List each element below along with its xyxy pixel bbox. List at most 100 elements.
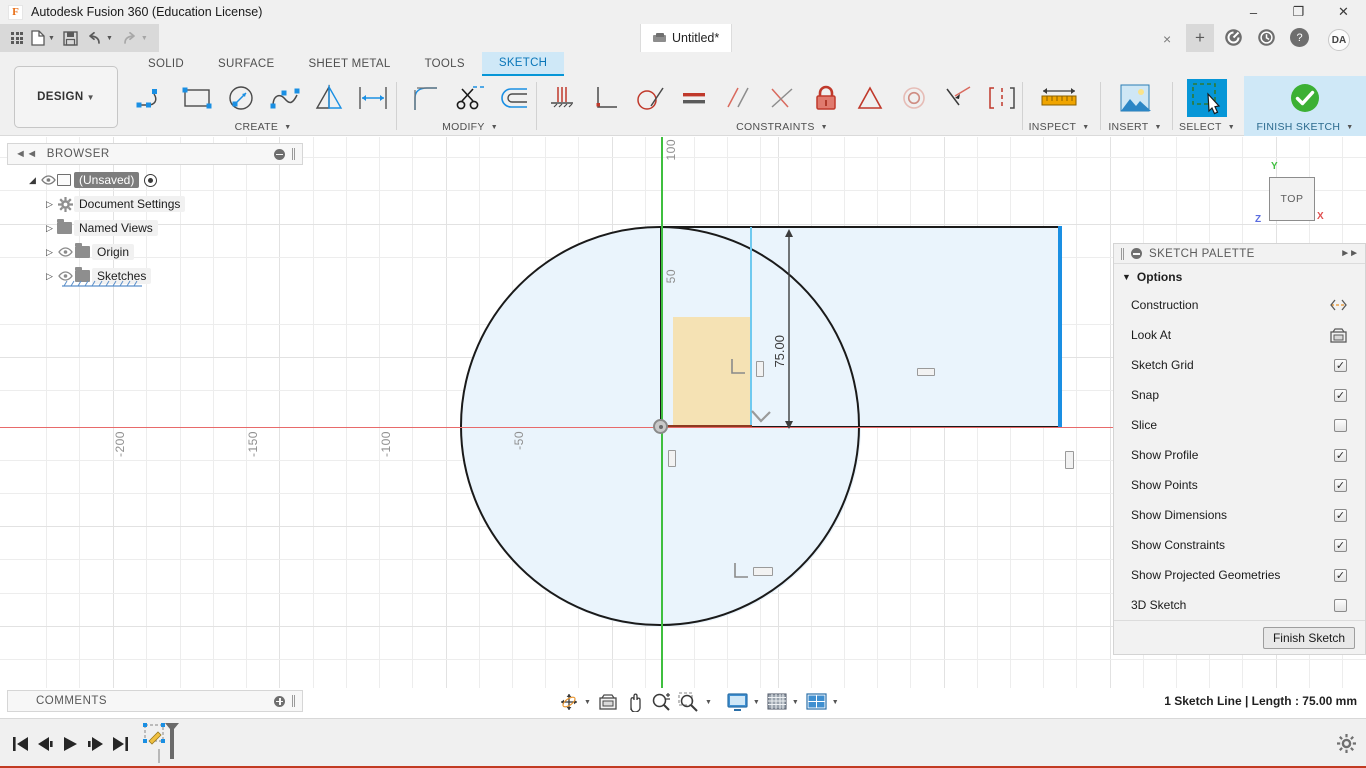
palette-row-show-dimensions[interactable]: Show Dimensions ✓ bbox=[1114, 500, 1365, 530]
fillet-tool[interactable] bbox=[404, 77, 448, 119]
dimension-value[interactable]: 75.00 bbox=[772, 335, 787, 368]
close-document-tab[interactable]: × bbox=[1163, 31, 1171, 47]
tab-sheet-metal[interactable]: SHEET METAL bbox=[291, 52, 407, 76]
palette-row-3d-sketch[interactable]: 3D Sketch bbox=[1114, 590, 1365, 620]
display-settings[interactable]: ▼ bbox=[724, 690, 763, 714]
palette-row-snap[interactable]: Snap ✓ bbox=[1114, 380, 1365, 410]
measure-tool[interactable] bbox=[1037, 77, 1081, 119]
constraint-glyph-vertical-left[interactable] bbox=[668, 450, 676, 467]
save-icon[interactable] bbox=[59, 24, 82, 52]
fit-tool[interactable]: ▼ bbox=[675, 690, 715, 714]
rectangle-tool[interactable] bbox=[175, 77, 219, 119]
fix-unfix-constraint[interactable] bbox=[804, 77, 848, 119]
new-document-icon[interactable]: ▼ bbox=[27, 24, 59, 52]
concentric-constraint[interactable] bbox=[892, 77, 936, 119]
grip-icon[interactable] bbox=[292, 148, 295, 160]
sketch-feature-icon[interactable] bbox=[143, 719, 183, 768]
constraint-glyph-horizontal-bottom[interactable] bbox=[753, 567, 773, 576]
ribbon-group-label-insert[interactable]: INSERT ▼ bbox=[1108, 120, 1161, 134]
tab-solid[interactable]: SOLID bbox=[131, 52, 201, 76]
circle-tool[interactable] bbox=[219, 77, 263, 119]
minus-circle-icon[interactable] bbox=[1131, 248, 1142, 259]
ribbon-group-label-modify[interactable]: MODIFY ▼ bbox=[442, 120, 498, 134]
palette-row-show-profile[interactable]: Show Profile ✓ bbox=[1114, 440, 1365, 470]
coincident-constraint[interactable] bbox=[760, 77, 804, 119]
expand-arrow-icon[interactable]: ▷ bbox=[43, 247, 56, 258]
palette-row-sketch-grid[interactable]: Sketch Grid ✓ bbox=[1114, 350, 1365, 380]
constraint-glyph-horizontal-top[interactable] bbox=[917, 368, 935, 376]
browser-item-document-settings[interactable]: ▷ Document Settings bbox=[7, 192, 303, 216]
mirror-tool[interactable] bbox=[307, 77, 351, 119]
browser-item-origin[interactable]: ▷ Origin bbox=[7, 240, 303, 264]
snap-checkbox[interactable]: ✓ bbox=[1334, 388, 1347, 402]
ribbon-group-label-select[interactable]: SELECT ▼ bbox=[1179, 120, 1235, 134]
recent-clock-icon[interactable] bbox=[1257, 28, 1277, 48]
sketch-palette-options-section[interactable]: ▼ Options bbox=[1114, 264, 1365, 290]
activate-radio[interactable] bbox=[144, 173, 158, 187]
view-cube-face-top[interactable]: TOP bbox=[1269, 177, 1315, 221]
palette-row-show-constraints[interactable]: Show Constraints ✓ bbox=[1114, 530, 1365, 560]
show-constraints-checkbox[interactable]: ✓ bbox=[1334, 538, 1347, 552]
browser-item-sketches[interactable]: ▷ Sketches bbox=[7, 264, 303, 288]
horizontal-vertical-constraint[interactable] bbox=[540, 77, 584, 119]
grid-and-snaps[interactable]: ▼ bbox=[764, 690, 802, 714]
collapse-left-icon[interactable]: ◄◄ bbox=[15, 148, 38, 160]
timeline-step-back[interactable] bbox=[33, 719, 58, 768]
offset-tool[interactable] bbox=[492, 77, 536, 119]
constraint-glyph-perpendicular-2[interactable] bbox=[728, 357, 748, 379]
trim-tool[interactable] bbox=[448, 77, 492, 119]
expand-arrow-icon[interactable]: ▷ bbox=[43, 199, 56, 210]
ribbon-group-label-finish-sketch[interactable]: FINISH SKETCH ▼ bbox=[1256, 120, 1353, 134]
look-at-tool[interactable] bbox=[595, 690, 621, 714]
origin-point[interactable] bbox=[653, 419, 668, 434]
show-projected-geometries-checkbox[interactable]: ✓ bbox=[1334, 568, 1347, 582]
dimension-line[interactable] bbox=[780, 229, 800, 429]
minimize-icon[interactable]: – bbox=[1231, 0, 1276, 24]
palette-row-show-projected-geometries[interactable]: Show Projected Geometries ✓ bbox=[1114, 560, 1365, 590]
spline-tool[interactable] bbox=[263, 77, 307, 119]
visibility-eye-icon[interactable] bbox=[39, 175, 57, 185]
palette-row-construction[interactable]: Construction bbox=[1114, 290, 1365, 320]
browser-item-unsaved[interactable]: ◢ (Unsaved) bbox=[7, 168, 303, 192]
ribbon-group-label-create[interactable]: CREATE ▼ bbox=[235, 120, 292, 134]
ribbon-group-label-constraints[interactable]: CONSTRAINTS ▼ bbox=[736, 120, 828, 134]
zoom-tool[interactable] bbox=[648, 690, 674, 714]
timeline-go-end[interactable] bbox=[108, 719, 133, 768]
timeline-play[interactable] bbox=[58, 719, 83, 768]
workspace-selector[interactable]: DESIGN ▼ bbox=[14, 66, 118, 128]
orbit-tool[interactable]: ▼ bbox=[556, 690, 594, 714]
tab-surface[interactable]: SURFACE bbox=[201, 52, 291, 76]
maximize-icon[interactable]: ❐ bbox=[1276, 0, 1321, 24]
show-profile-checkbox[interactable]: ✓ bbox=[1334, 448, 1347, 462]
palette-row-slice[interactable]: Slice bbox=[1114, 410, 1365, 440]
browser-item-named-views[interactable]: ▷ Named Views bbox=[7, 216, 303, 240]
show-dimensions-checkbox[interactable]: ✓ bbox=[1334, 508, 1347, 522]
expand-arrow-icon[interactable]: ▷ bbox=[43, 271, 56, 282]
visibility-eye-icon[interactable] bbox=[56, 247, 74, 257]
timeline-step-forward[interactable] bbox=[83, 719, 108, 768]
app-grid-icon[interactable] bbox=[7, 24, 27, 52]
construction-icon[interactable] bbox=[1330, 298, 1347, 312]
comments-header[interactable]: COMMENTS bbox=[7, 690, 303, 712]
finish-sketch-tool[interactable] bbox=[1283, 77, 1327, 119]
3d-sketch-checkbox[interactable] bbox=[1334, 598, 1347, 612]
select-tool[interactable] bbox=[1187, 79, 1227, 117]
parallel-constraint[interactable] bbox=[716, 77, 760, 119]
constraint-glyph-vertical-right[interactable] bbox=[1065, 451, 1074, 469]
palette-row-look-at[interactable]: Look At bbox=[1114, 320, 1365, 350]
symmetry-constraint[interactable] bbox=[848, 77, 892, 119]
show-points-checkbox[interactable]: ✓ bbox=[1334, 478, 1347, 492]
grip-icon[interactable] bbox=[292, 695, 295, 707]
viewports[interactable]: ▼ bbox=[803, 690, 842, 714]
line-tool[interactable] bbox=[131, 77, 175, 119]
palette-row-show-points[interactable]: Show Points ✓ bbox=[1114, 470, 1365, 500]
projected-geometry-line[interactable] bbox=[750, 227, 752, 427]
grip-icon[interactable] bbox=[1121, 247, 1124, 260]
expand-arrow-icon[interactable]: ◢ bbox=[26, 175, 39, 186]
slice-checkbox[interactable] bbox=[1334, 418, 1347, 432]
insert-image-tool[interactable] bbox=[1113, 77, 1157, 119]
view-cube[interactable]: TOP Y X Z bbox=[1251, 159, 1331, 231]
constraint-glyph-vertical-1[interactable] bbox=[756, 361, 764, 377]
curvature-constraint[interactable] bbox=[980, 77, 1024, 119]
sketch-grid-checkbox[interactable]: ✓ bbox=[1334, 358, 1347, 372]
